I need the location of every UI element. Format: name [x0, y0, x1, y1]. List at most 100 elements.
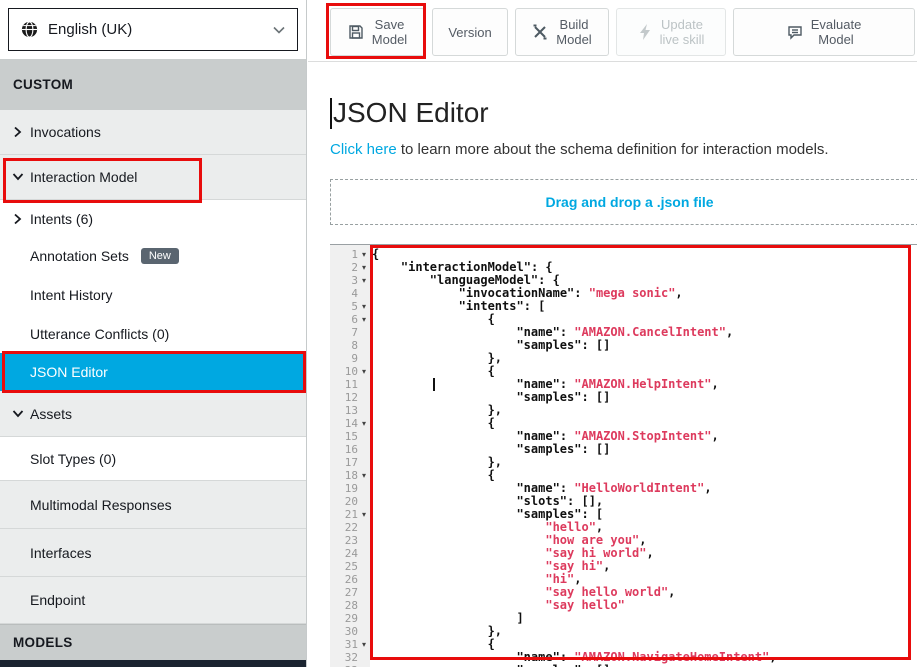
gutter-line: 13▾	[330, 404, 370, 417]
save-model-button[interactable]: SaveModel	[330, 8, 425, 56]
sidebar-item-json-editor[interactable]: JSON Editor	[0, 353, 306, 391]
gutter-line: 20▾	[330, 495, 370, 508]
build-model-button[interactable]: BuildModel	[515, 8, 609, 56]
line-number: 2	[351, 261, 358, 274]
fold-arrow-icon[interactable]: ▾	[358, 365, 370, 378]
sidebar-item-label: Utterance Conflicts (0)	[30, 326, 169, 342]
gutter-line: 8▾	[330, 339, 370, 352]
sidebar-nav: InvocationsInteraction ModelIntents (6)A…	[0, 110, 306, 624]
subtitle: Click here to learn more about the schem…	[330, 141, 917, 158]
line-number: 27	[345, 586, 358, 599]
line-number: 16	[345, 443, 358, 456]
sidebar-item-intents[interactable]: Intents (6)	[0, 200, 306, 237]
sidebar-item-annotation-sets[interactable]: Annotation Sets New	[0, 237, 306, 274]
fold-arrow-icon[interactable]: ▾	[358, 300, 370, 313]
code-line: "name": "AMAZON.HelpIntent",	[372, 378, 917, 391]
line-number: 3	[351, 274, 358, 287]
line-number: 13	[345, 404, 358, 417]
sidebar-item-label: Annotation Sets	[30, 248, 129, 264]
sidebar-item-endpoint[interactable]: Endpoint	[0, 577, 306, 624]
json-code-editor[interactable]: 1▾2▾3▾4▾5▾6▾7▾8▾9▾10▾11▾12▾13▾14▾15▾16▾1…	[330, 244, 917, 667]
line-number: 25	[345, 560, 358, 573]
code-line: "samples": []	[372, 443, 917, 456]
gutter-line: 19▾	[330, 482, 370, 495]
sidebar-item-interaction-model[interactable]: Interaction Model	[0, 155, 306, 200]
page-title: JSON Editor	[330, 97, 917, 129]
content: JSON Editor Click here to learn more abo…	[308, 62, 917, 667]
gutter-line: 3▾	[330, 274, 370, 287]
gutter-line: 23▾	[330, 534, 370, 547]
code-line: "slots": [],	[372, 495, 917, 508]
line-number: 23	[345, 534, 358, 547]
code-line: },	[372, 352, 917, 365]
line-number: 12	[345, 391, 358, 404]
gutter-line: 32▾	[330, 651, 370, 664]
fold-arrow-icon[interactable]: ▾	[358, 261, 370, 274]
code-line: },	[372, 456, 917, 469]
fold-arrow-icon[interactable]: ▾	[358, 508, 370, 521]
json-dropzone[interactable]: Drag and drop a .json file	[330, 179, 917, 225]
gutter-line: 30▾	[330, 625, 370, 638]
line-number: 30	[345, 625, 358, 638]
chevron-right-icon	[12, 126, 24, 138]
sidebar-item-interfaces[interactable]: Interfaces	[0, 529, 306, 577]
new-badge: New	[141, 248, 179, 264]
gutter-line: 11▾	[330, 378, 370, 391]
text-caret	[330, 98, 332, 129]
fold-arrow-icon[interactable]: ▾	[358, 274, 370, 287]
code-line: },	[372, 625, 917, 638]
fold-arrow-icon[interactable]: ▾	[358, 248, 370, 261]
sidebar-item-assets[interactable]: Assets	[0, 391, 306, 437]
line-number: 4	[351, 287, 358, 300]
code-line: "samples": [	[372, 508, 917, 521]
code-line: "name": "AMAZON.CancelIntent",	[372, 326, 917, 339]
line-number: 18	[345, 469, 358, 482]
fold-arrow-icon[interactable]: ▾	[358, 469, 370, 482]
sidebar-item-invocations[interactable]: Invocations	[0, 110, 306, 155]
dropzone-label: Drag and drop a .json file	[545, 194, 713, 210]
gutter-line: 31▾	[330, 638, 370, 651]
chevron-down-slot	[12, 171, 28, 183]
main-panel: SaveModelVersionBuildModelUpdatelive ski…	[308, 0, 917, 667]
gutter-line: 25▾	[330, 560, 370, 573]
chevron-right-icon	[12, 213, 24, 225]
line-number: 9	[351, 352, 358, 365]
line-number: 19	[345, 482, 358, 495]
sidebar-item-label: Endpoint	[30, 592, 85, 608]
sidebar-item-label: Assets	[30, 406, 72, 422]
gutter-line: 2▾	[330, 261, 370, 274]
code-line: "samples": []	[372, 339, 917, 352]
gutter-line: 5▾	[330, 300, 370, 313]
sidebar-item-label: Slot Types (0)	[30, 451, 116, 467]
line-number: 11	[345, 378, 358, 391]
sidebar-item-slot-types[interactable]: Slot Types (0)	[0, 437, 306, 481]
save-icon	[348, 24, 364, 40]
gutter-line: 22▾	[330, 521, 370, 534]
fold-arrow-icon[interactable]: ▾	[358, 417, 370, 430]
sidebar: English (UK) CUSTOM InvocationsInteracti…	[0, 0, 307, 667]
evaluate-model-button[interactable]: EvaluateModel	[733, 8, 915, 56]
gutter-line: 12▾	[330, 391, 370, 404]
sidebar-item-label: Invocations	[30, 124, 101, 140]
alexa-developer-console: English (UK) CUSTOM InvocationsInteracti…	[0, 0, 917, 667]
version-button[interactable]: Version	[432, 8, 508, 56]
sidebar-item-label: Intent History	[30, 287, 112, 303]
gutter-line: 18▾	[330, 469, 370, 482]
build-icon	[532, 24, 548, 40]
click-here-link[interactable]: Click here	[330, 141, 397, 158]
sidebar-item-intent-history[interactable]: Intent History	[0, 274, 306, 315]
editor-code[interactable]: {"interactionModel": {"languageModel": {…	[370, 245, 917, 667]
sidebar-item-multimodal-responses[interactable]: Multimodal Responses	[0, 481, 306, 529]
language-selector[interactable]: English (UK)	[8, 8, 298, 51]
fold-arrow-icon[interactable]: ▾	[358, 638, 370, 651]
line-number: 6	[351, 313, 358, 326]
line-number: 10	[345, 365, 358, 378]
sidebar-item-utterance-conflicts[interactable]: Utterance Conflicts (0)	[0, 315, 306, 353]
code-line: "say hi world",	[372, 547, 917, 560]
button-label: SaveModel	[372, 17, 407, 47]
gutter-line: 27▾	[330, 586, 370, 599]
gutter-line: 7▾	[330, 326, 370, 339]
models-section-header: MODELS	[0, 624, 306, 660]
gutter-line: 21▾	[330, 508, 370, 521]
fold-arrow-icon[interactable]: ▾	[358, 313, 370, 326]
